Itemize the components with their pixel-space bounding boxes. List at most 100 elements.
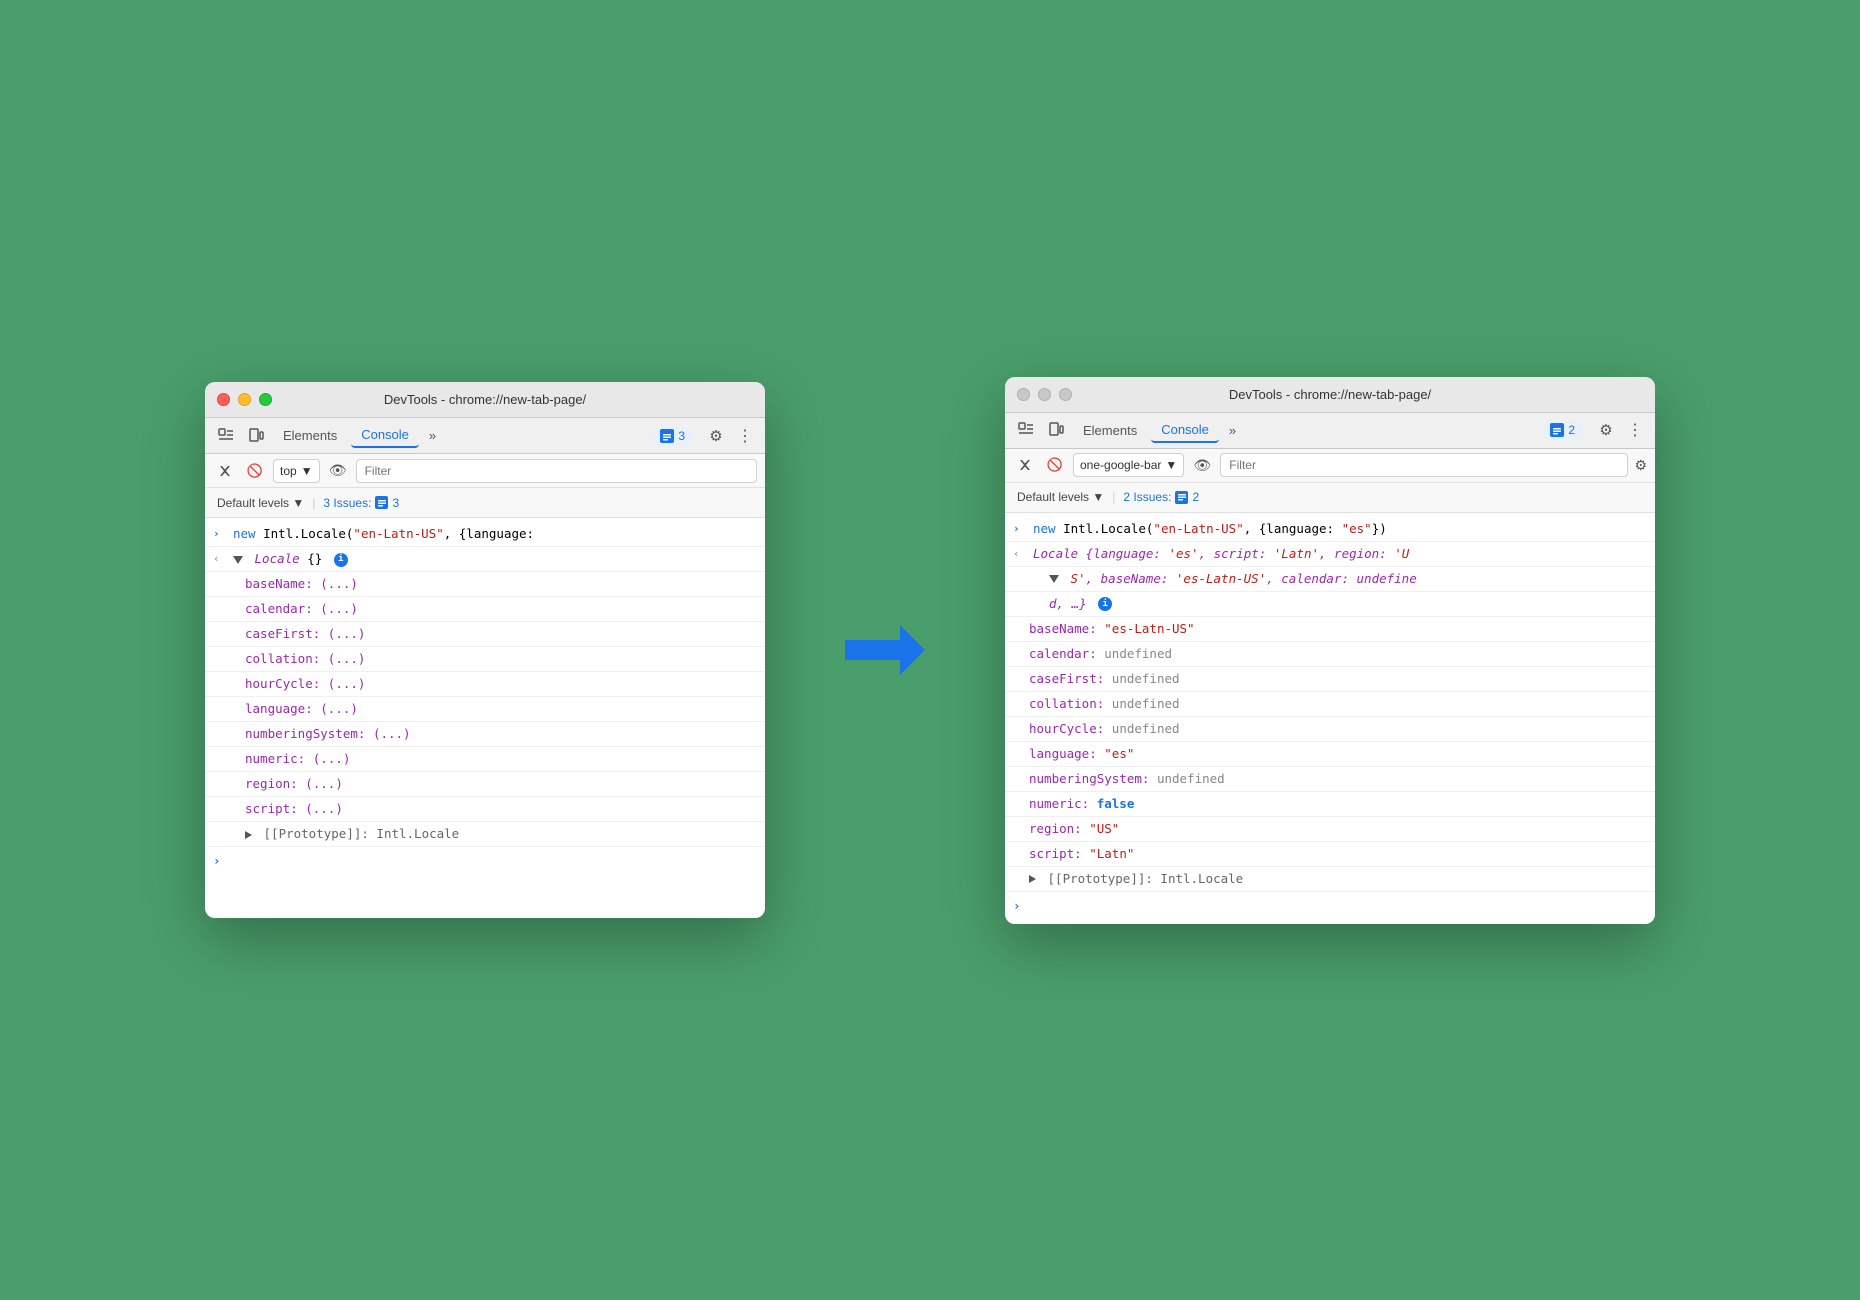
left-issues-badge: 3	[652, 427, 693, 445]
right-context-arrow: ▼	[1165, 458, 1177, 472]
right-output-row-2-gutter	[1037, 569, 1045, 570]
right-prop-calendar: calendar: undefined	[1005, 642, 1655, 667]
right-default-levels: Default levels ▼	[1017, 490, 1104, 504]
left-prop-prototype: [[Prototype]]: Intl.Locale	[205, 822, 765, 847]
right-badge-icon	[1550, 423, 1564, 437]
left-prop-calendar: calendar: (...)	[205, 597, 765, 622]
left-title-bar: DevTools - chrome://new-tab-page/	[205, 382, 765, 418]
left-badge-count: 3	[678, 429, 685, 443]
left-eye-icon[interactable]: 👁	[326, 459, 350, 483]
right-input-row: › new Intl.Locale("en-Latn-US", {languag…	[1005, 517, 1655, 542]
left-prop-language: language: (...)	[205, 697, 765, 722]
right-filter-input[interactable]	[1220, 453, 1628, 477]
left-maximize-button[interactable]	[259, 393, 272, 406]
left-inspector-icon[interactable]	[213, 423, 239, 449]
left-devtools-window: DevTools - chrome://new-tab-page/ Elemen…	[205, 382, 765, 918]
left-settings-icon[interactable]: ⚙	[703, 423, 729, 449]
left-more-icon[interactable]: ⋮	[733, 426, 757, 446]
scene: DevTools - chrome://new-tab-page/ Elemen…	[205, 377, 1655, 924]
right-arrow	[845, 625, 925, 675]
right-prop-language: language: "es"	[1005, 742, 1655, 767]
right-console-toolbar: 🚫 one-google-bar ▼ 👁 ⚙	[1005, 449, 1655, 483]
right-context-select[interactable]: one-google-bar ▼	[1073, 453, 1184, 477]
right-prop-numberingsystem: numberingSystem: undefined	[1005, 767, 1655, 792]
left-issues-count: 3 Issues: 3	[323, 496, 399, 510]
right-prompt-gt: ›	[1013, 519, 1029, 538]
left-context-select[interactable]: top ▼	[273, 459, 320, 483]
right-prompt-lt: ‹	[1013, 544, 1029, 563]
left-close-button[interactable]	[217, 393, 230, 406]
left-prompt-gt: ›	[213, 524, 229, 543]
left-issues-badge-icon	[375, 496, 388, 509]
right-traffic-lights	[1017, 388, 1072, 401]
right-info-icon: i	[1098, 597, 1112, 611]
right-issues-badge-icon	[1175, 491, 1188, 504]
right-output-row-3: d, …} i	[1005, 592, 1655, 617]
right-maximize-button[interactable]	[1059, 388, 1072, 401]
right-issues-count: 2 Issues: 2	[1123, 490, 1199, 504]
left-prop-hourcycle: hourCycle: (...)	[205, 672, 765, 697]
left-prop-basename: baseName: (...)	[205, 572, 765, 597]
right-prop-prototype: [[Prototype]]: Intl.Locale	[1005, 867, 1655, 892]
left-console-content: › new Intl.Locale("en-Latn-US", {languag…	[205, 518, 765, 918]
left-block-icon[interactable]: 🚫	[243, 459, 267, 483]
right-prop-basename: baseName: "es-Latn-US"	[1005, 617, 1655, 642]
left-prop-region: region: (...)	[205, 772, 765, 797]
right-prop-hourcycle: hourCycle: undefined	[1005, 717, 1655, 742]
right-prop-region: region: "US"	[1005, 817, 1655, 842]
right-block-icon[interactable]: 🚫	[1043, 453, 1067, 477]
left-input-row: › new Intl.Locale("en-Latn-US", {languag…	[205, 522, 765, 547]
right-prop-casefirst: caseFirst: undefined	[1005, 667, 1655, 692]
right-badge-count: 2	[1568, 423, 1575, 437]
left-filter-input[interactable]	[356, 459, 757, 483]
right-console-content: › new Intl.Locale("en-Latn-US", {languag…	[1005, 513, 1655, 924]
left-default-levels: Default levels ▼	[217, 496, 304, 510]
left-minimize-button[interactable]	[238, 393, 251, 406]
right-devtools-window: DevTools - chrome://new-tab-page/ Elemen…	[1005, 377, 1655, 924]
right-tab-console[interactable]: Console	[1151, 418, 1219, 443]
right-empty-prompt: ›	[1005, 892, 1655, 920]
left-info-icon: i	[334, 553, 348, 567]
right-output-row-2: S', baseName: 'es-Latn-US', calendar: un…	[1005, 567, 1655, 592]
right-eye-icon[interactable]: 👁	[1190, 453, 1214, 477]
right-issues-bar: Default levels ▼ | 2 Issues: 2	[1005, 483, 1655, 513]
right-issues-badge: 2	[1542, 421, 1583, 439]
right-more-icon[interactable]: ⋮	[1623, 420, 1647, 440]
left-prop-script: script: (...)	[205, 797, 765, 822]
right-issues-separator: |	[1112, 490, 1115, 504]
right-tab-more[interactable]: »	[1223, 419, 1242, 442]
left-prop-casefirst: caseFirst: (...)	[205, 622, 765, 647]
right-close-button[interactable]	[1017, 388, 1030, 401]
left-context-label: top	[280, 464, 297, 478]
left-console-toolbar: 🚫 top ▼ 👁	[205, 454, 765, 488]
right-minimize-button[interactable]	[1038, 388, 1051, 401]
left-traffic-lights	[217, 393, 272, 406]
left-issues-separator: |	[312, 496, 315, 510]
left-output-row: ‹ Locale {} i	[205, 547, 765, 572]
left-tab-console[interactable]: Console	[351, 423, 419, 448]
right-prop-numeric: numeric: false	[1005, 792, 1655, 817]
right-title-bar: DevTools - chrome://new-tab-page/	[1005, 377, 1655, 413]
left-empty-prompt: ›	[205, 847, 765, 875]
right-filter-gear-icon[interactable]: ⚙	[1634, 457, 1647, 474]
left-context-arrow: ▼	[301, 464, 313, 478]
right-prop-script: script: "Latn"	[1005, 842, 1655, 867]
left-device-icon[interactable]	[243, 423, 269, 449]
left-tab-more[interactable]: »	[423, 424, 442, 447]
left-issues-bar: Default levels ▼ | 3 Issues: 3	[205, 488, 765, 518]
right-inspector-icon[interactable]	[1013, 417, 1039, 443]
right-clear-button[interactable]	[1013, 453, 1037, 477]
left-prop-numeric: numeric: (...)	[205, 747, 765, 772]
left-prompt-lt: ‹	[213, 549, 229, 568]
left-prop-collation: collation: (...)	[205, 647, 765, 672]
left-devtools-tabs: Elements Console » 3 ⚙ ⋮	[205, 418, 765, 454]
right-device-icon[interactable]	[1043, 417, 1069, 443]
right-output-row-1: ‹ Locale {language: 'es', script: 'Latn'…	[1005, 542, 1655, 567]
right-prop-collation: collation: undefined	[1005, 692, 1655, 717]
arrow-container	[845, 625, 925, 675]
left-tab-elements[interactable]: Elements	[273, 424, 347, 447]
left-clear-button[interactable]	[213, 459, 237, 483]
right-settings-icon[interactable]: ⚙	[1593, 417, 1619, 443]
right-tab-elements[interactable]: Elements	[1073, 419, 1147, 442]
right-context-label: one-google-bar	[1080, 458, 1161, 472]
